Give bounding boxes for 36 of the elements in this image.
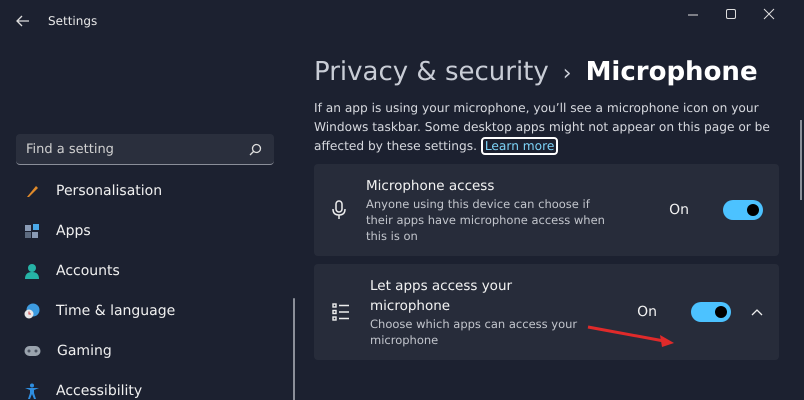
brush-icon <box>24 183 40 199</box>
maximize-icon[interactable] <box>725 8 737 20</box>
page-title: Microphone <box>586 57 758 87</box>
apps-icon <box>24 223 40 239</box>
nav-item[interactable]: Time & language <box>24 291 274 331</box>
close-icon[interactable] <box>763 8 775 20</box>
breadcrumb-separator: › <box>562 61 572 86</box>
chevron-up-icon[interactable] <box>751 308 763 316</box>
setting-description: Choose which apps can access your microphone <box>370 316 578 348</box>
toggle-state-label: On <box>637 304 657 320</box>
microphone-icon <box>332 200 346 220</box>
scrollbar[interactable] <box>293 298 295 400</box>
nav-item[interactable]: Apps <box>24 211 274 251</box>
search-field[interactable]: Find a setting <box>16 134 274 165</box>
nav-item[interactable]: Accessibility <box>24 371 274 400</box>
description: If an app is using your microphone, you’ll see a microphone icon on your Windows taskbar. Some desktop apps might not appear on this page or be affected by these settings. Learn more <box>314 100 771 156</box>
window-title: Settings <box>48 14 98 28</box>
gamepad-icon <box>24 345 41 357</box>
person-icon <box>24 263 40 279</box>
search-icon <box>249 143 262 156</box>
setting-title: Microphone access <box>366 177 496 196</box>
back-icon[interactable] <box>16 15 30 27</box>
nav-item[interactable]: Gaming <box>24 331 274 371</box>
accessibility-icon <box>24 383 40 399</box>
nav-item[interactable]: Accounts <box>24 251 274 291</box>
breadcrumb-parent[interactable]: Privacy & security <box>314 57 549 87</box>
globe-clock-icon <box>24 303 40 319</box>
setting-description: Anyone using this device can choose if their apps have microphone access when this is on <box>366 196 606 244</box>
setting-title: Let apps access your microphone <box>370 277 514 316</box>
toggle-switch[interactable] <box>723 200 763 220</box>
toggle-switch[interactable] <box>691 302 731 322</box>
learn-more-link[interactable]: Learn more <box>480 137 558 155</box>
nav-item[interactable]: Personalisation <box>24 171 274 211</box>
list-icon <box>332 303 350 321</box>
toggle-state-label: On <box>669 202 689 218</box>
scrollbar[interactable] <box>800 120 802 200</box>
